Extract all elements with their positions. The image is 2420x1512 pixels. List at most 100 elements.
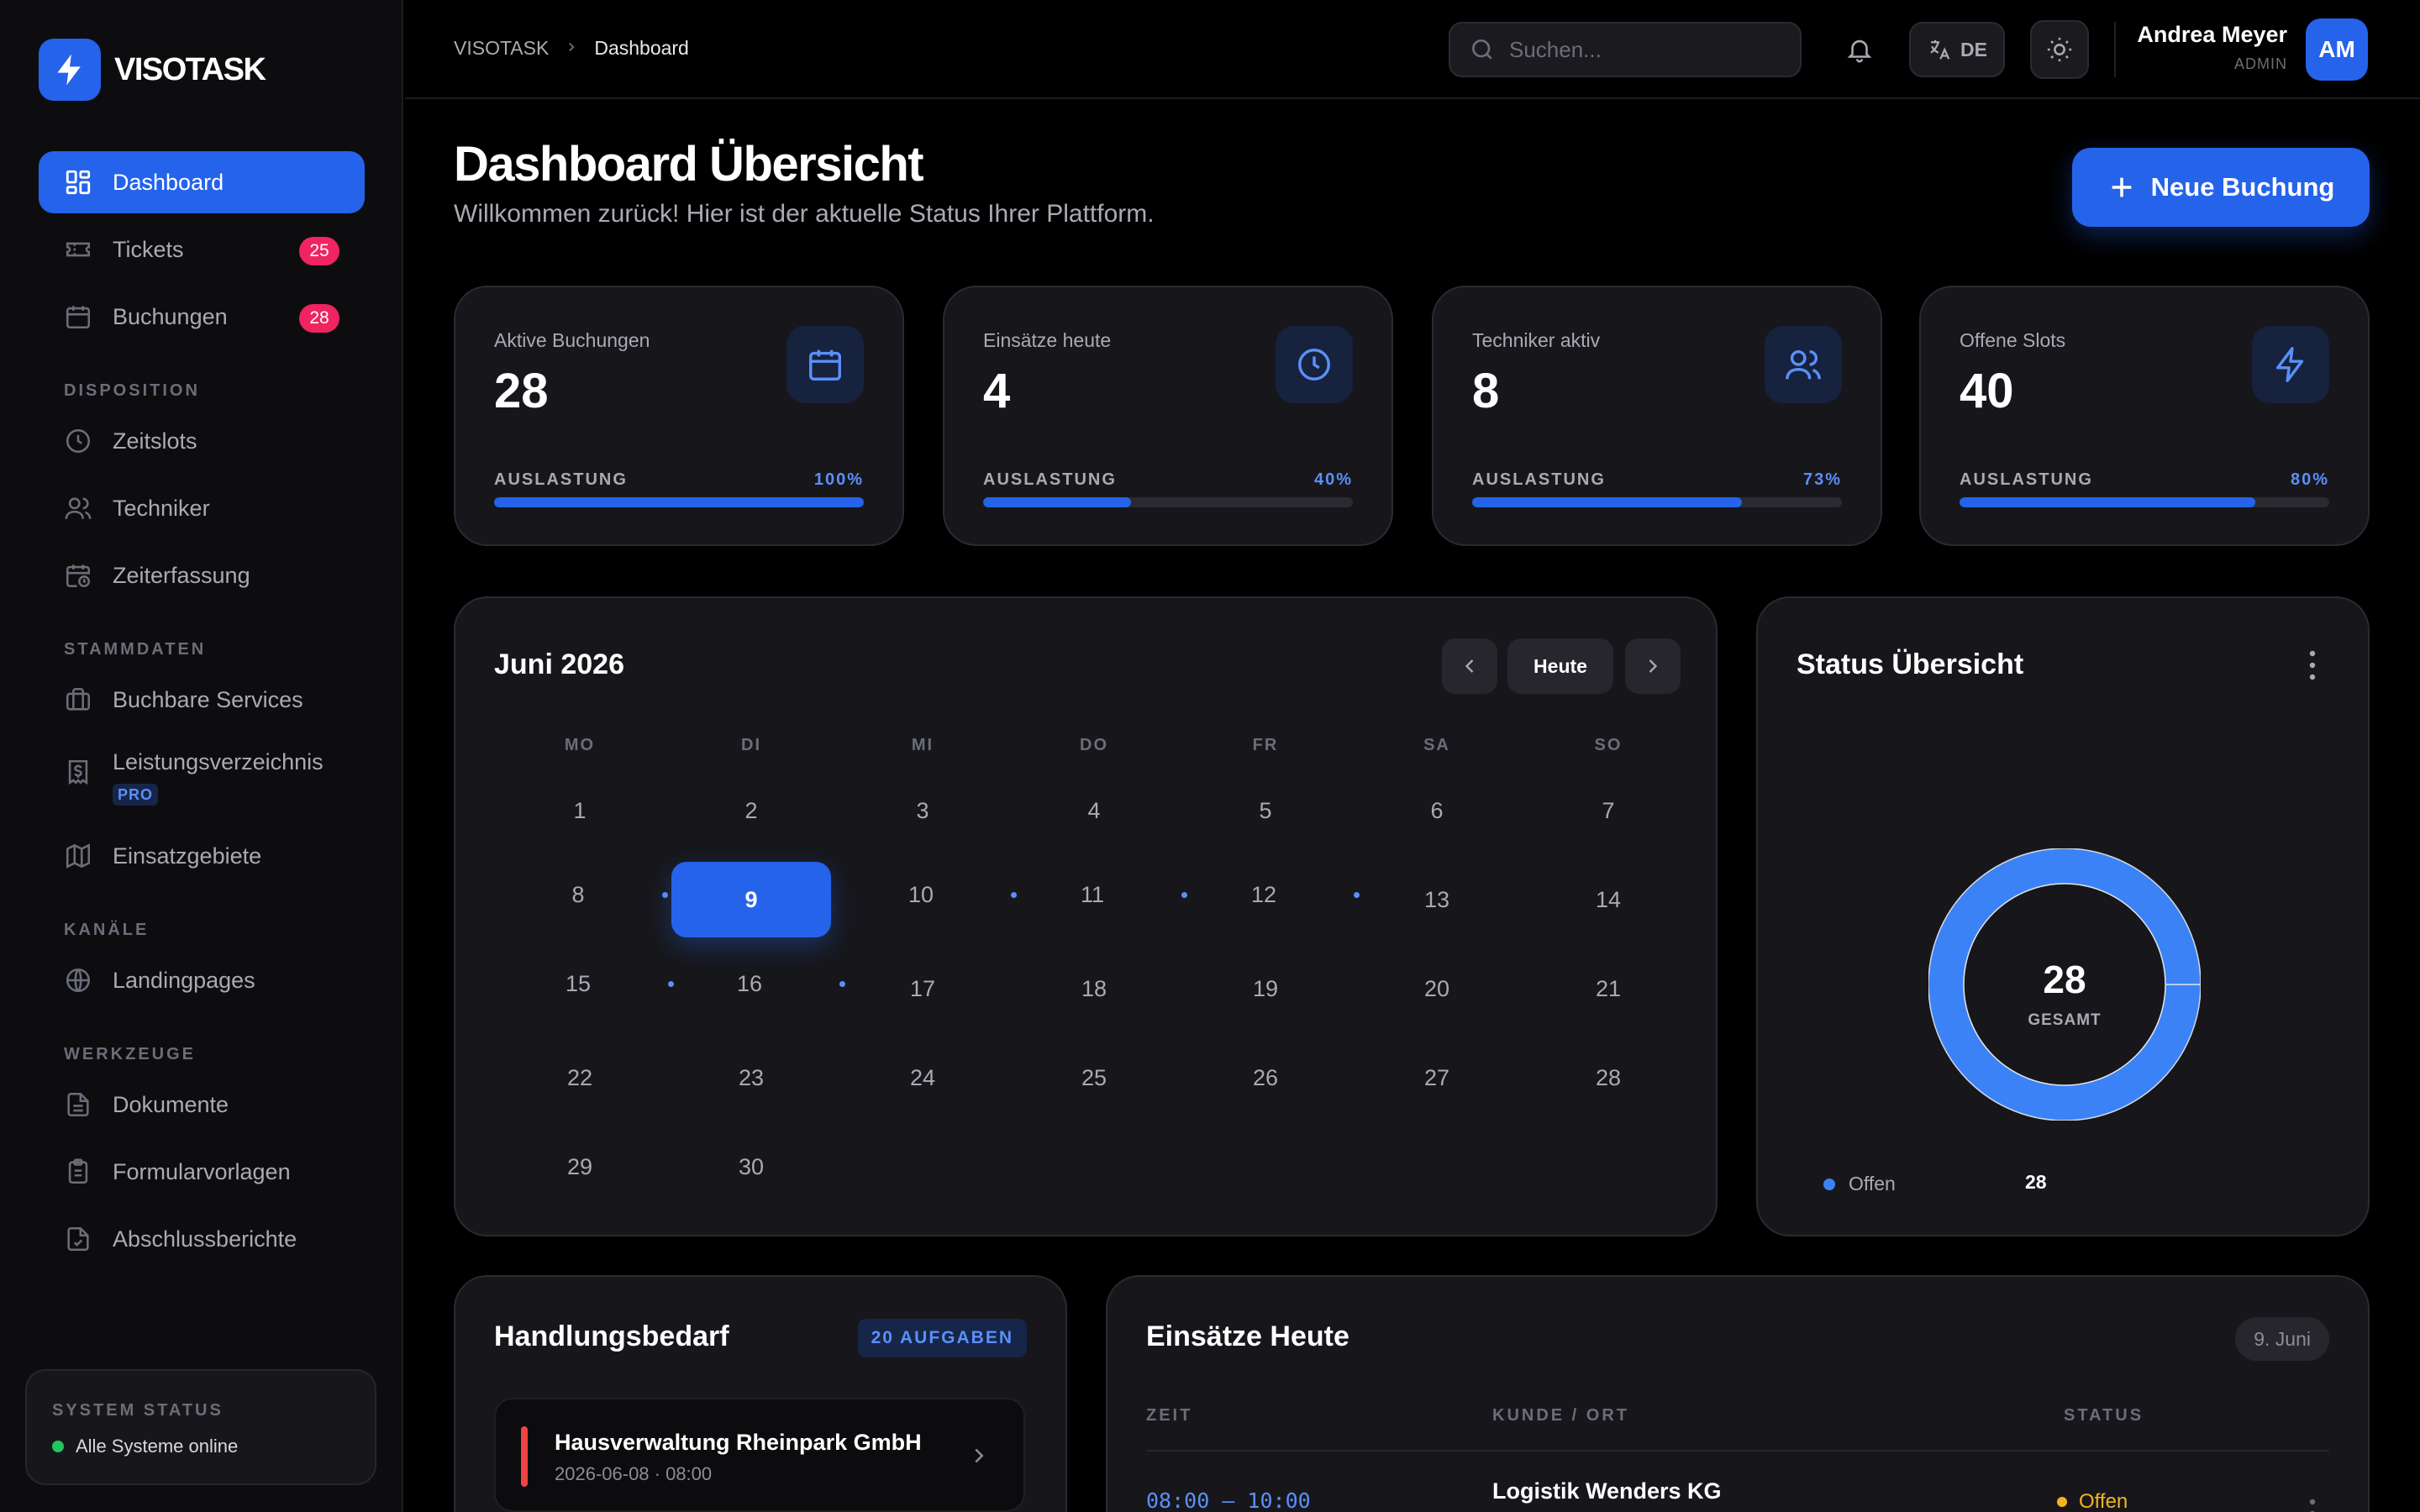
stat-label: Aktive Buchungen [494, 329, 650, 351]
calendar-day[interactable]: 25 [1008, 1033, 1180, 1122]
calendar-weeks: 1 2 3 4 5 6 7 8 9 10 11 12 13 14 15 16 17 18 19 20 21 22 23 24 2… [494, 766, 1694, 1211]
calendar-day-number: 13 [1423, 886, 1450, 912]
divider [2114, 22, 2116, 77]
user-role: ADMIN [2234, 55, 2287, 72]
calendar-empty-cell [837, 1122, 1008, 1211]
calendar-day[interactable]: 15 [494, 944, 675, 1033]
today-jobs-title: Einsätze Heute [1146, 1320, 1349, 1352]
calendar-day-number: 22 [566, 1064, 593, 1090]
calendar-day[interactable]: 2 [666, 766, 837, 855]
calendar-icon [786, 326, 864, 403]
calendar-day[interactable]: 18 [1008, 944, 1180, 1033]
calendar-day-number: 19 [1252, 975, 1279, 1001]
sidebar-item-zeiterfassung[interactable]: Zeiterfassung [39, 544, 365, 606]
calendar-day[interactable]: 5 [1180, 766, 1351, 855]
sidebar-item-landingpages[interactable]: Landingpages [39, 949, 365, 1011]
calendar-day-cell: 29 [500, 1129, 660, 1205]
translate-icon [1930, 39, 1950, 60]
calendar-prev-button[interactable] [1442, 638, 1497, 694]
new-booking-button[interactable]: Neue Buchung [2072, 148, 2370, 227]
calendar-day-number: 8 [571, 881, 585, 907]
sidebar-item-label: Einsatzgebiete [113, 843, 262, 869]
sidebar-item-dokumente[interactable]: Dokumente [39, 1074, 365, 1136]
more-vertical-icon[interactable] [2307, 1497, 2317, 1512]
calendar-week-row: 15 16 17 18 19 20 21 [494, 944, 1694, 1033]
calendar-day[interactable]: 6 [1351, 766, 1523, 855]
calendar-day[interactable]: 10 [837, 855, 1018, 944]
calendar-day[interactable]: 13 [1351, 855, 1523, 944]
sidebar-item-label: Abschlussberichte [113, 1226, 297, 1252]
sidebar-item-abschlussberichte[interactable]: Abschlussberichte [39, 1208, 365, 1270]
brand[interactable]: VISOTASK [39, 39, 266, 101]
file-check-icon [67, 1226, 89, 1252]
calendar-day[interactable]: 24 [837, 1033, 1008, 1122]
sidebar-item-dashboard[interactable]: Dashboard [39, 151, 365, 213]
calendar-day[interactable]: 26 [1180, 1033, 1351, 1122]
sidebar-item-zeitslots[interactable]: Zeitslots [39, 410, 365, 472]
calendar-day-cell: 12 [1186, 862, 1360, 937]
utilization-label: AUSLASTUNG [1960, 470, 2093, 489]
sidebar-item-tickets[interactable]: Tickets 25 [39, 218, 365, 281]
calendar-day[interactable]: 12 [1180, 855, 1360, 944]
nav-section-kanaele: KANÄLE [64, 921, 150, 939]
clock-icon [1276, 326, 1353, 403]
calendar-day-cell: 9 [671, 862, 831, 937]
theme-toggle-button[interactable] [2030, 20, 2089, 79]
calendar-day-number: 7 [1602, 797, 1615, 823]
chevron-right-icon [1649, 659, 1658, 673]
task-item[interactable]: Hausverwaltung Rheinpark GmbH 2026-06-08… [494, 1398, 1025, 1512]
language-switcher[interactable]: DE [1909, 22, 2005, 77]
avatar[interactable]: AM [2306, 18, 2368, 81]
sidebar-item-einsatzgebiete[interactable]: Einsatzgebiete [39, 825, 365, 887]
sidebar-item-buchungen[interactable]: Buchungen 28 [39, 286, 365, 348]
stat-card-active-bookings[interactable]: Aktive Buchungen 28 AUSLASTUNG 100% [454, 286, 904, 546]
weekday-label: FR [1252, 736, 1279, 754]
calendar-day[interactable]: 23 [666, 1033, 837, 1122]
search-box[interactable] [1449, 22, 1802, 77]
calendar-day[interactable]: 17 [837, 944, 1008, 1033]
sidebar-item-techniker[interactable]: Techniker [39, 477, 365, 539]
more-vertical-icon[interactable] [2307, 648, 2317, 682]
stat-card-open-slots[interactable]: Offene Slots 40 AUSLASTUNG 80% [1919, 286, 2370, 546]
notifications-button[interactable] [1840, 30, 1879, 69]
calendar-day[interactable]: 28 [1523, 1033, 1694, 1122]
sidebar-item-leistungsverzeichnis[interactable]: Leistungsverzeichnis PRO [39, 736, 365, 820]
stat-card-technicians-active[interactable]: Techniker aktiv 8 AUSLASTUNG 73% [1432, 286, 1882, 546]
calendar-day[interactable]: 16 [666, 944, 846, 1033]
calendar-day[interactable]: 11 [1008, 855, 1188, 944]
clipboard-icon [68, 1158, 88, 1184]
file-icon [67, 1092, 89, 1117]
calendar-month-label: Juni 2026 [494, 648, 624, 680]
sidebar-item-label: Tickets [113, 236, 184, 262]
search-input[interactable] [1509, 36, 1786, 63]
calendar-day[interactable]: 1 [494, 766, 666, 855]
calendar-day[interactable]: 4 [1008, 766, 1180, 855]
calendar-day[interactable]: 8 [494, 855, 668, 944]
breadcrumb-root[interactable]: VISOTASK [454, 37, 549, 60]
utilization-percent: 40% [1313, 470, 1353, 489]
calendar-day[interactable]: 3 [837, 766, 1008, 855]
sidebar-item-formularvorlagen[interactable]: Formularvorlagen [39, 1141, 365, 1203]
status-overview-title: Status Übersicht [1797, 648, 2024, 680]
calendar-day[interactable]: 21 [1523, 944, 1694, 1033]
legend-dot [1823, 1178, 1835, 1190]
briefcase-icon [66, 687, 91, 711]
calendar-day[interactable]: 19 [1180, 944, 1351, 1033]
user-name[interactable]: Andrea Meyer [2137, 22, 2287, 48]
calendar-day[interactable]: 30 [666, 1122, 837, 1211]
calendar-next-button[interactable] [1625, 638, 1681, 694]
stat-card-jobs-today[interactable]: Einsätze heute 4 AUSLASTUNG 40% [943, 286, 1393, 546]
tasks-title: Handlungsbedarf [494, 1320, 729, 1352]
bolt-logo-icon [39, 39, 101, 101]
calendar-day[interactable]: 7 [1523, 766, 1694, 855]
calendar-day[interactable]: 27 [1351, 1033, 1523, 1122]
sidebar-item-buchbare-services[interactable]: Buchbare Services [39, 669, 365, 731]
calendar-day[interactable]: 22 [494, 1033, 666, 1122]
calendar-day[interactable]: 20 [1351, 944, 1523, 1033]
calendar-day[interactable]: 9 [666, 855, 837, 944]
calendar-day[interactable]: 29 [494, 1122, 666, 1211]
calendar-day-cell: 17 [843, 951, 1002, 1026]
calendar-today-button[interactable]: Heute [1507, 638, 1613, 694]
calendar-day[interactable]: 14 [1523, 855, 1694, 944]
calendar-day-cell: 24 [843, 1040, 1002, 1116]
